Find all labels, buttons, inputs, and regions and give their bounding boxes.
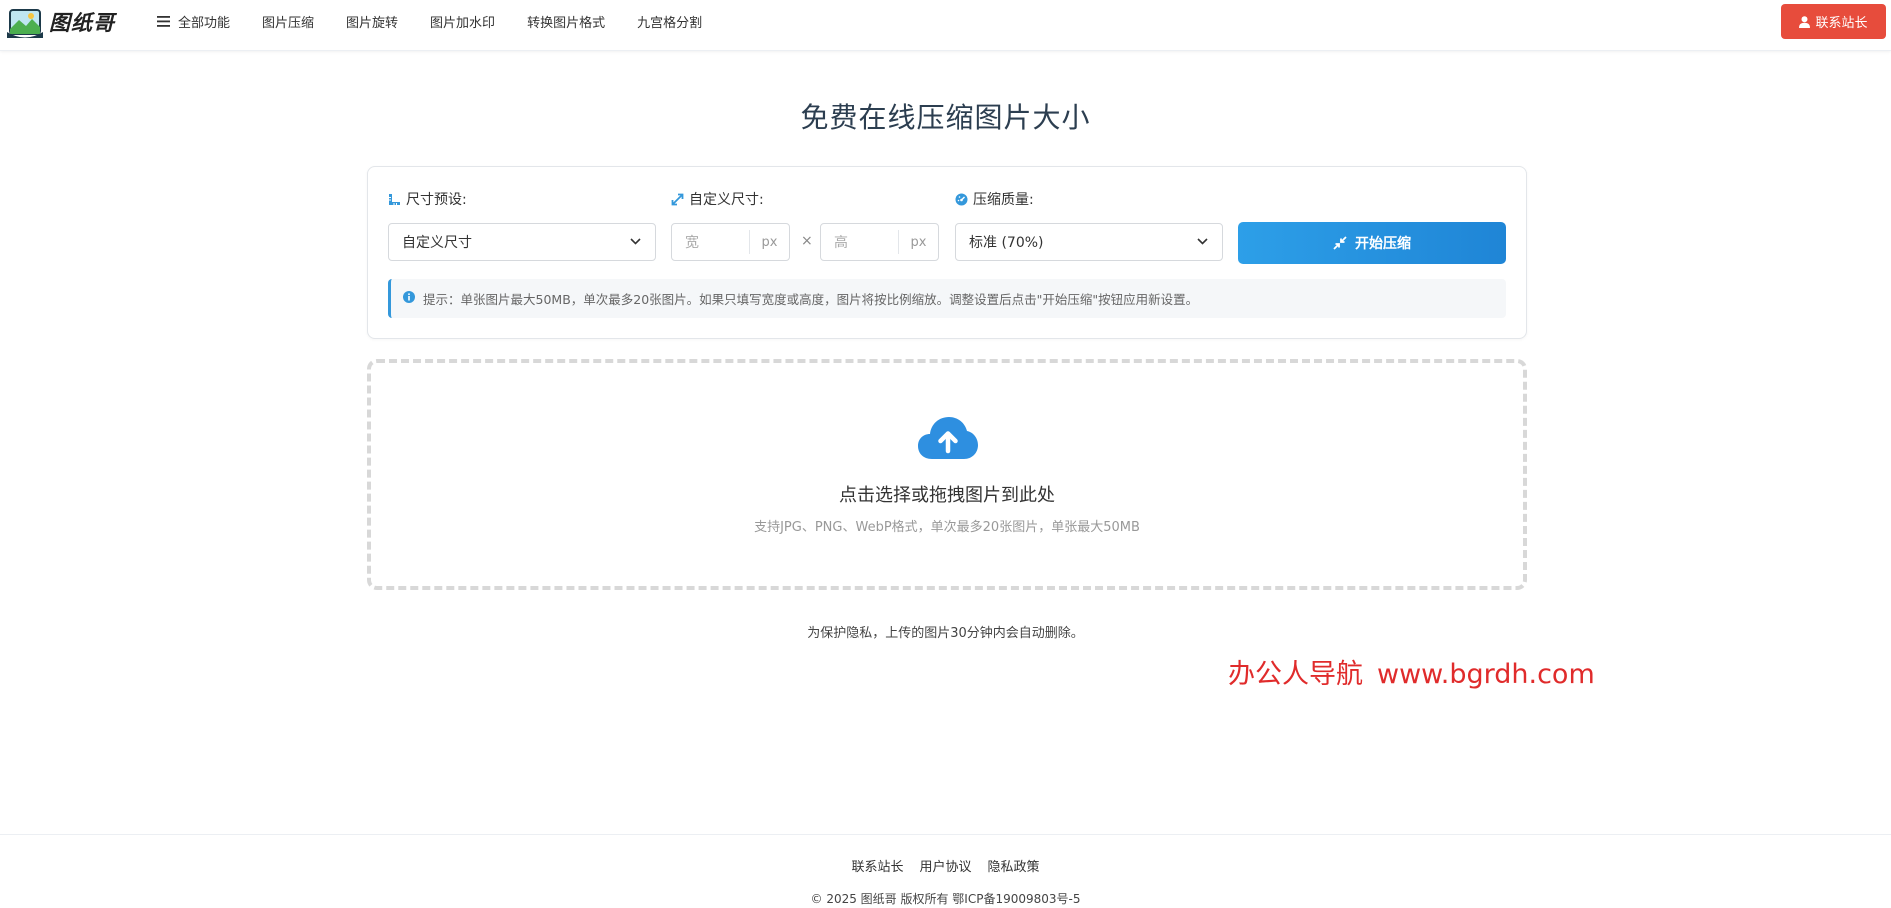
compress-arrows-icon bbox=[1333, 236, 1347, 250]
nav-all-features[interactable]: 全部功能 bbox=[157, 12, 230, 31]
nav-image-watermark[interactable]: 图片加水印 bbox=[430, 12, 495, 31]
info-icon bbox=[403, 290, 415, 303]
privacy-note: 为保护隐私，上传的图片30分钟内会自动删除。 bbox=[807, 626, 1084, 641]
size-preset-value: 自定义尺寸 bbox=[402, 235, 472, 251]
contact-admin-label: 联系站长 bbox=[1815, 16, 1868, 31]
copyright: © 2025 图纸哥 版权所有 鄂ICP备19009803号-5 bbox=[810, 892, 1081, 906]
nav-image-compress[interactable]: 图片压缩 bbox=[262, 12, 314, 31]
times-symbol: × bbox=[801, 233, 813, 249]
watermark-url: www.bgrdh.com bbox=[1377, 659, 1595, 690]
nav-label: 全部功能 bbox=[178, 15, 231, 31]
ruler-icon bbox=[389, 193, 400, 205]
compression-settings-panel: 尺寸预设: 自定义尺寸 自定义尺寸: 宽 px × 高 px 压缩质量: 标准 … bbox=[367, 166, 1527, 339]
watermark-name: 办公人导航 bbox=[1228, 659, 1363, 690]
quality-select[interactable]: 标准 (70%) bbox=[955, 223, 1223, 261]
gauge-icon bbox=[955, 193, 968, 205]
size-preset-label: 尺寸预设: bbox=[388, 189, 467, 209]
page-title: 免费在线压缩图片大小 bbox=[800, 101, 1091, 134]
page-footer: 联系站长 用户协议 隐私政策 © 2025 图纸哥 版权所有 鄂ICP备1900… bbox=[0, 834, 1891, 908]
footer-link-privacy-policy[interactable]: 隐私政策 bbox=[988, 856, 1040, 875]
site-logo[interactable]: 图纸哥 bbox=[7, 4, 115, 40]
quality-label: 压缩质量: bbox=[955, 189, 1034, 209]
nav-image-rotate[interactable]: 图片旋转 bbox=[346, 12, 398, 31]
nav-nine-grid[interactable]: 九宫格分割 bbox=[637, 12, 702, 31]
footer-links: 联系站长 用户协议 隐私政策 bbox=[0, 856, 1891, 875]
watermark-overlay: 办公人导航 www.bgrdh.com bbox=[1228, 652, 1595, 691]
menu-icon bbox=[157, 15, 170, 27]
width-unit: px bbox=[749, 230, 789, 254]
start-compress-button[interactable]: 开始压缩 bbox=[1238, 222, 1506, 264]
height-placeholder: 高 bbox=[834, 235, 848, 251]
expand-arrows-icon bbox=[671, 193, 684, 205]
footer-link-contact[interactable]: 联系站长 bbox=[851, 856, 903, 875]
size-preset-select[interactable]: 自定义尺寸 bbox=[388, 223, 656, 261]
width-placeholder: 宽 bbox=[685, 235, 699, 251]
logo-text: 图纸哥 bbox=[49, 11, 115, 35]
height-unit: px bbox=[898, 230, 938, 254]
chevron-down-icon bbox=[630, 238, 641, 245]
upload-title: 点击选择或拖拽图片到此处 bbox=[839, 485, 1055, 506]
tip-text: 提示：单张图片最大50MB，单次最多20张图片。如果只填写宽度或高度，图片将按比… bbox=[423, 292, 1199, 307]
width-input[interactable]: 宽 px bbox=[671, 223, 790, 261]
cloud-upload-icon bbox=[918, 417, 978, 459]
chevron-down-icon bbox=[1197, 238, 1208, 245]
nav-convert-format[interactable]: 转换图片格式 bbox=[527, 12, 605, 31]
height-input[interactable]: 高 px bbox=[820, 223, 939, 261]
start-compress-label: 开始压缩 bbox=[1355, 236, 1411, 252]
contact-admin-button[interactable]: 联系站长 bbox=[1781, 4, 1886, 39]
upload-dropzone[interactable]: 点击选择或拖拽图片到此处 支持JPG、PNG、WebP格式，单次最多20张图片，… bbox=[367, 359, 1527, 590]
main-nav: 全部功能 图片压缩 图片旋转 图片加水印 转换图片格式 九宫格分割 bbox=[157, 0, 734, 42]
logo-icon bbox=[7, 9, 43, 38]
tip-box: 提示：单张图片最大50MB，单次最多20张图片。如果只填写宽度或高度，图片将按比… bbox=[388, 279, 1506, 318]
footer-link-user-agreement[interactable]: 用户协议 bbox=[919, 856, 971, 875]
upload-subtitle: 支持JPG、PNG、WebP格式，单次最多20张图片，单张最大50MB bbox=[754, 520, 1140, 535]
custom-size-label: 自定义尺寸: bbox=[671, 189, 764, 209]
top-header: 图纸哥 全部功能 图片压缩 图片旋转 图片加水印 转换图片格式 九宫格分割 联系… bbox=[0, 0, 1891, 51]
quality-value: 标准 (70%) bbox=[969, 235, 1044, 251]
user-icon bbox=[1799, 15, 1811, 28]
